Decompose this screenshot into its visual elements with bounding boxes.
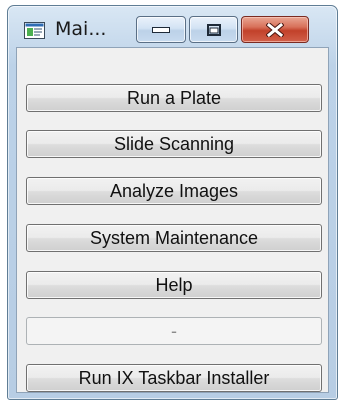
main-window: Mai... Run a Plate Slide Scanning Analyz… xyxy=(7,5,338,400)
minimize-button[interactable] xyxy=(136,16,186,43)
slide-scanning-button[interactable]: Slide Scanning xyxy=(26,130,322,158)
run-a-plate-button[interactable]: Run a Plate xyxy=(26,84,322,112)
help-button[interactable]: Help xyxy=(26,271,322,299)
system-maintenance-button[interactable]: System Maintenance xyxy=(26,224,322,252)
maximize-button[interactable] xyxy=(189,16,238,43)
app-window-icon xyxy=(24,22,45,39)
analyze-images-button[interactable]: Analyze Images xyxy=(26,177,322,205)
title-bar[interactable]: Mai... xyxy=(8,6,337,48)
close-button[interactable] xyxy=(241,16,309,43)
window-title: Mai... xyxy=(55,18,107,40)
run-ix-taskbar-installer-button[interactable]: Run IX Taskbar Installer xyxy=(26,364,322,392)
disabled-placeholder-button: - xyxy=(26,317,322,345)
